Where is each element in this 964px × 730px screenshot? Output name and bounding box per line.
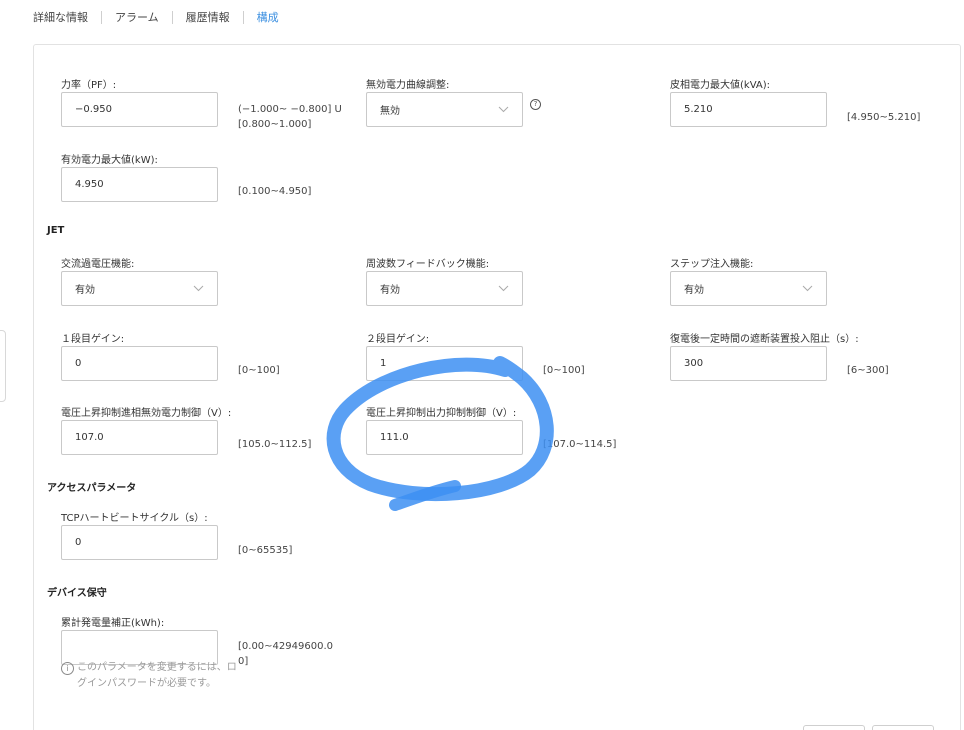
active-max-range: [0.100~4.950] <box>238 186 312 197</box>
page: 詳細な情報 アラーム 履歴情報 構成 力率（PF）: −0.950 (−1.00… <box>0 0 964 730</box>
chevron-down-icon <box>189 285 207 292</box>
active-max-label: 有効電力最大値(kW): <box>61 155 158 166</box>
section-title-access: アクセスパラメータ <box>47 483 137 494</box>
tab-divider <box>242 10 244 24</box>
tcp-heartbeat-range: [0~65535] <box>238 545 293 556</box>
gain2-input[interactable]: 1 <box>366 346 523 381</box>
v-rise-output-range: [107.0~114.5] <box>543 439 617 450</box>
tab-bar: 詳細な情報 アラーム 履歴情報 構成 <box>33 8 279 26</box>
tab-history[interactable]: 履歴情報 <box>186 9 230 25</box>
side-collapse-handle[interactable] <box>0 330 6 402</box>
gain2-range: [0~100] <box>543 365 585 376</box>
gain1-value: 0 <box>75 358 82 369</box>
pf-input[interactable]: −0.950 <box>61 92 218 127</box>
v-rise-output-input[interactable]: 111.0 <box>366 420 523 455</box>
step-injection-label: ステップ注入機能: <box>670 259 754 270</box>
v-rise-reactive-input[interactable]: 107.0 <box>61 420 218 455</box>
tab-configuration[interactable]: 構成 <box>257 9 279 25</box>
apparent-max-label: 皮相電力最大値(kVA): <box>670 80 771 91</box>
reclose-block-label: 復電後一定時間の遮断装置投入阻止（s）: <box>670 334 859 345</box>
tab-alarms[interactable]: アラーム <box>115 9 159 25</box>
tcp-heartbeat-value: 0 <box>75 537 82 548</box>
v-rise-output-value: 111.0 <box>380 432 409 443</box>
gain1-label: １段目ゲイン: <box>61 334 125 345</box>
gain1-range: [0~100] <box>238 365 280 376</box>
chevron-down-icon <box>494 285 512 292</box>
question-circle-icon[interactable]: ? <box>530 99 541 110</box>
apparent-max-input[interactable]: 5.210 <box>670 92 827 127</box>
info-circle-icon: i <box>61 662 74 675</box>
reclose-block-value: 300 <box>684 358 704 369</box>
v-rise-reactive-label: 電圧上昇抑制進相無効電力制御（V）: <box>61 408 232 419</box>
ac-overvoltage-label: 交流過電圧機能: <box>61 259 135 270</box>
tcp-heartbeat-input[interactable]: 0 <box>61 525 218 560</box>
freq-feedback-label: 周波数フィードバック機能: <box>366 259 490 270</box>
section-title-maintenance: デバイス保守 <box>47 588 107 599</box>
tcp-heartbeat-label: TCPハートビートサイクル（s）: <box>61 513 208 524</box>
tab-divider <box>101 10 102 24</box>
tab-details[interactable]: 詳細な情報 <box>33 9 88 25</box>
gain2-label: ２段目ゲイン: <box>366 334 430 345</box>
reactive-curve-select[interactable]: 無効 <box>366 92 523 127</box>
gain1-input[interactable]: 0 <box>61 346 218 381</box>
reactive-curve-label: 無効電力曲線調整: <box>366 80 450 91</box>
apparent-max-range: [4.950~5.210] <box>847 112 921 123</box>
freq-feedback-value: 有効 <box>380 285 400 296</box>
v-rise-reactive-range: [105.0~112.5] <box>238 439 312 450</box>
energy-correction-range-line2: 0] <box>238 656 249 667</box>
pf-range-line1: (−1.000~ −0.800] U <box>238 104 342 115</box>
pf-value: −0.950 <box>75 104 113 115</box>
ac-overvoltage-select[interactable]: 有効 <box>61 271 218 306</box>
chevron-down-icon <box>494 106 512 113</box>
v-rise-reactive-value: 107.0 <box>75 432 104 443</box>
energy-correction-range-line1: [0.00~42949600.0 <box>238 641 333 652</box>
pf-range-line2: [0.800~1.000] <box>238 119 312 130</box>
apparent-max-value: 5.210 <box>684 104 713 115</box>
section-title-jet: JET <box>47 225 65 236</box>
submit-button[interactable] <box>872 725 934 730</box>
step-injection-value: 有効 <box>684 285 704 296</box>
reactive-curve-value: 無効 <box>380 106 400 117</box>
pf-label: 力率（PF）: <box>61 80 117 91</box>
settings-panel <box>33 44 961 730</box>
ac-overvoltage-value: 有効 <box>75 285 95 296</box>
freq-feedback-select[interactable]: 有効 <box>366 271 523 306</box>
cancel-button[interactable] <box>803 725 865 730</box>
v-rise-output-label: 電圧上昇抑制出力抑制制御（V）: <box>366 408 517 419</box>
reclose-block-input[interactable]: 300 <box>670 346 827 381</box>
energy-correction-label: 累計発電量補正(kWh): <box>61 618 165 629</box>
step-injection-select[interactable]: 有効 <box>670 271 827 306</box>
tab-divider <box>171 10 173 24</box>
reclose-block-range: [6~300] <box>847 365 889 376</box>
active-max-input[interactable]: 4.950 <box>61 167 218 202</box>
gain2-value: 1 <box>380 358 387 369</box>
energy-correction-note: このパラメータを変更するには、ログインパスワードが必要です。 <box>77 662 237 689</box>
active-max-value: 4.950 <box>75 179 104 190</box>
chevron-down-icon <box>798 285 816 292</box>
